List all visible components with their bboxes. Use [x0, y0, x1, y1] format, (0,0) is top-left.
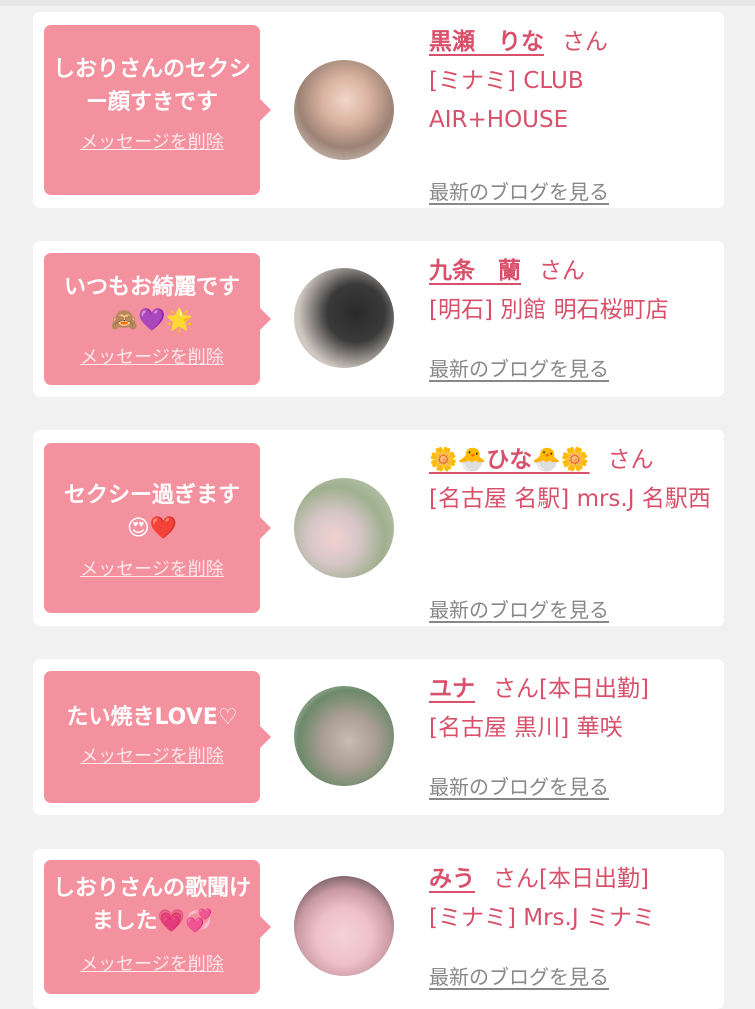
name-suffix: さん — [607, 447, 654, 473]
sender-info: 九条 蘭さん [明石] 別館 明石桜町店 最新のブログを見る — [429, 253, 714, 385]
name-line: みう さん[本日出勤] — [429, 861, 714, 897]
message-text: セクシー過ぎます😍❤️ — [63, 483, 240, 541]
sender-name-link[interactable]: 九条 蘭 — [429, 258, 521, 284]
name-line: 🌼🐣ひな🐣🌼 さん — [429, 442, 714, 478]
sender-name-link[interactable]: みう — [429, 866, 475, 892]
sender-info: ユナ さん[本日出勤] [名古屋 黒川] 華咲 最新のブログを見る — [429, 671, 714, 803]
name-suffix: さん — [562, 29, 608, 55]
message-text: しおりさんの歌聞けました💗💞 — [52, 876, 251, 934]
message-card: しおりさんのセクシー顔すきです メッセージを削除 黒瀬 りな さん [ミナミ] C… — [33, 12, 724, 208]
delete-message-link[interactable]: メッセージを削除 — [44, 343, 260, 369]
shop-label: [名古屋 黒川] 華咲 — [429, 715, 623, 741]
message-bubble: しおりさんの歌聞けました💗💞 メッセージを削除 — [44, 860, 271, 994]
name-suffix: さん[本日出勤] — [493, 676, 649, 702]
name-line: 九条 蘭さん — [429, 253, 714, 289]
message-card: いつもお綺麗です🙈💜🌟 メッセージを削除 九条 蘭さん [明石] 別館 明石桜町… — [33, 241, 724, 397]
latest-blog-link[interactable]: 最新のブログを見る — [429, 176, 609, 205]
message-text: たい焼きLOVE♡ — [66, 705, 238, 730]
message-card: しおりさんの歌聞けました💗💞 メッセージを削除 みう さん[本日出勤] [ミナミ]… — [33, 849, 724, 1009]
shop-label: [ミナミ] CLUB AIR+HOUSE — [429, 68, 584, 133]
sender-info: みう さん[本日出勤] [ミナミ] Mrs.J ミナミ 最新のブログを見る — [429, 861, 714, 999]
avatar[interactable] — [294, 686, 394, 786]
shop-label: [明石] 別館 明石桜町店 — [429, 297, 669, 323]
sender-name-link[interactable]: ユナ — [429, 676, 475, 702]
name-line: ユナ さん[本日出勤] — [429, 671, 714, 707]
shop-label: [名古屋 名駅] mrs.J 名駅西 — [429, 486, 711, 512]
delete-message-link[interactable]: メッセージを削除 — [44, 950, 260, 976]
latest-blog-link[interactable]: 最新のブログを見る — [429, 771, 609, 800]
name-suffix: さん — [539, 258, 585, 284]
avatar[interactable] — [294, 876, 394, 976]
top-divider — [0, 0, 755, 6]
sender-name-link[interactable]: 黒瀬 りな — [429, 29, 544, 55]
message-card: たい焼きLOVE♡ メッセージを削除 ユナ さん[本日出勤] [名古屋 黒川] 華… — [33, 659, 724, 815]
message-text: しおりさんのセクシー顔すきです — [52, 57, 251, 115]
message-text: いつもお綺麗です🙈💜🌟 — [63, 275, 240, 333]
delete-message-link[interactable]: メッセージを削除 — [44, 555, 260, 581]
message-bubble: いつもお綺麗です🙈💜🌟 メッセージを削除 — [44, 253, 271, 385]
name-line: 黒瀬 りな さん — [429, 24, 714, 60]
message-bubble: たい焼きLOVE♡ メッセージを削除 — [44, 671, 271, 803]
name-suffix: さん[本日出勤] — [493, 866, 649, 892]
sender-info: 黒瀬 りな さん [ミナミ] CLUB AIR+HOUSE 最新のブログを見る — [429, 24, 714, 204]
latest-blog-link[interactable]: 最新のブログを見る — [429, 594, 609, 623]
sender-name-link[interactable]: 🌼🐣ひな🐣🌼 — [429, 447, 590, 473]
message-bubble: しおりさんのセクシー顔すきです メッセージを削除 — [44, 25, 271, 195]
latest-blog-link[interactable]: 最新のブログを見る — [429, 353, 609, 382]
sender-info: 🌼🐣ひな🐣🌼 さん [名古屋 名駅] mrs.J 名駅西 最新のブログを見る — [429, 442, 714, 622]
latest-blog-link[interactable]: 最新のブログを見る — [429, 961, 609, 990]
message-bubble: セクシー過ぎます😍❤️ メッセージを削除 — [44, 443, 271, 613]
delete-message-link[interactable]: メッセージを削除 — [44, 128, 260, 154]
avatar[interactable] — [294, 60, 394, 160]
shop-label: [ミナミ] Mrs.J ミナミ — [429, 905, 655, 931]
message-card: セクシー過ぎます😍❤️ メッセージを削除 🌼🐣ひな🐣🌼 さん [名古屋 名駅] m… — [33, 430, 724, 626]
avatar[interactable] — [294, 478, 394, 578]
delete-message-link[interactable]: メッセージを削除 — [44, 742, 260, 768]
avatar[interactable] — [294, 268, 394, 368]
